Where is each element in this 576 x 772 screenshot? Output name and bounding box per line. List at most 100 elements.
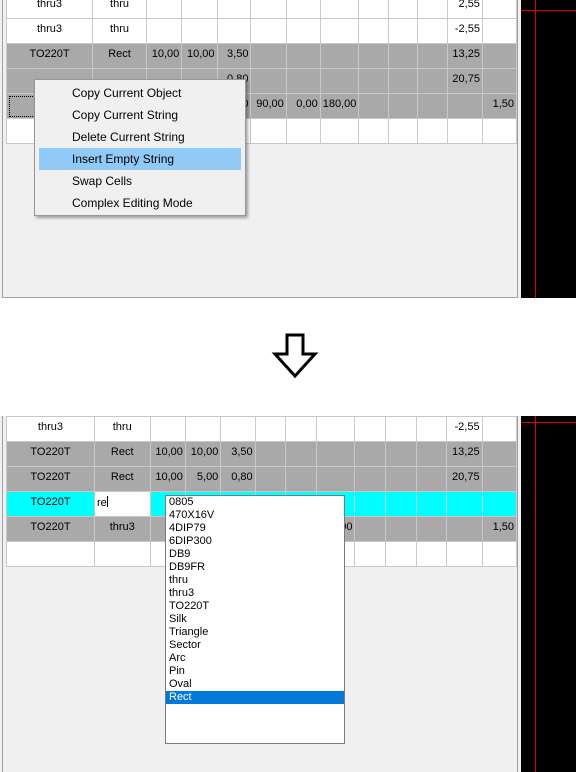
- table-cell[interactable]: thru3: [5, 18, 94, 44]
- menu-item-swap-cells[interactable]: Swap Cells: [39, 170, 241, 192]
- table-cell[interactable]: [6, 541, 95, 567]
- menu-item-copy-current-string[interactable]: Copy Current String: [39, 104, 241, 126]
- table-cell[interactable]: TO220T: [6, 516, 95, 542]
- table-cell[interactable]: [417, 18, 448, 44]
- table-cell[interactable]: [446, 93, 483, 119]
- shape-type-dropdown-list[interactable]: 0805 470X16V 4DIP79 6DIP300 DB9 DB9FR thru thru…: [165, 495, 345, 744]
- menu-item-delete-current-string[interactable]: Delete Current String: [39, 126, 241, 148]
- table-cell[interactable]: [149, 416, 186, 442]
- table-cell[interactable]: [216, 18, 252, 44]
- table-cell[interactable]: thru: [92, 0, 147, 19]
- table-cell[interactable]: [285, 0, 321, 19]
- dropdown-option[interactable]: Sector: [166, 639, 344, 652]
- table-cell[interactable]: 0,00: [285, 93, 321, 119]
- table-cell[interactable]: [184, 416, 222, 442]
- table-cell[interactable]: 180,00: [319, 93, 360, 119]
- dropdown-option[interactable]: Oval: [166, 678, 344, 691]
- table-cell[interactable]: 5,00: [184, 466, 222, 492]
- table-cell[interactable]: [358, 0, 389, 19]
- table-cell[interactable]: [417, 68, 448, 94]
- table-cell[interactable]: 20,75: [446, 466, 483, 492]
- pcb-preview-canvas[interactable]: [521, 0, 576, 298]
- table-cell[interactable]: [446, 516, 483, 542]
- dropdown-option[interactable]: 6DIP300: [166, 535, 344, 548]
- table-row[interactable]: TO220T Rect 10,00 10,00 3,50 13,25: [5, 43, 518, 69]
- table-cell[interactable]: [358, 43, 389, 69]
- table-cell[interactable]: TO220T: [6, 466, 95, 492]
- table-cell[interactable]: [354, 541, 387, 567]
- table-cell[interactable]: [387, 43, 419, 69]
- table-cell[interactable]: TO220T: [6, 441, 95, 467]
- table-cell[interactable]: [145, 0, 183, 19]
- table-row[interactable]: thru3 thru 2,55: [5, 0, 518, 19]
- table-cell[interactable]: [354, 441, 387, 467]
- table-cell[interactable]: [358, 68, 389, 94]
- table-cell[interactable]: [385, 516, 417, 542]
- table-cell[interactable]: [93, 541, 151, 567]
- table-cell[interactable]: 2,55: [446, 0, 483, 19]
- table-cell[interactable]: [315, 416, 356, 442]
- table-cell[interactable]: Rect: [93, 466, 151, 492]
- table-cell[interactable]: [415, 466, 448, 492]
- table-cell[interactable]: 1,50: [481, 93, 518, 119]
- table-cell[interactable]: [254, 466, 287, 492]
- table-cell[interactable]: thru3: [5, 0, 94, 19]
- table-cell[interactable]: [358, 18, 389, 44]
- table-cell[interactable]: [446, 541, 483, 567]
- table-cell[interactable]: [250, 43, 287, 69]
- table-cell[interactable]: [285, 68, 321, 94]
- table-cell[interactable]: 3,50: [216, 43, 252, 69]
- table-cell[interactable]: [446, 118, 483, 144]
- table-cell[interactable]: [315, 466, 356, 492]
- table-cell[interactable]: [481, 68, 518, 94]
- table-cell[interactable]: [315, 441, 356, 467]
- table-cell[interactable]: [319, 18, 360, 44]
- table-cell[interactable]: [446, 491, 483, 517]
- cell-edit-input[interactable]: re: [93, 491, 151, 517]
- table-cell[interactable]: [387, 18, 419, 44]
- dropdown-option[interactable]: 4DIP79: [166, 522, 344, 535]
- table-cell[interactable]: [417, 93, 448, 119]
- table-cell[interactable]: [285, 441, 317, 467]
- table-cell[interactable]: Rect: [92, 43, 147, 69]
- table-cell[interactable]: [417, 43, 448, 69]
- table-cell[interactable]: Rect: [93, 441, 151, 467]
- table-cell[interactable]: [387, 0, 419, 19]
- table-cell[interactable]: [145, 18, 183, 44]
- table-cell[interactable]: [254, 416, 287, 442]
- table-cell[interactable]: [285, 466, 317, 492]
- table-cell[interactable]: thru: [93, 416, 151, 442]
- table-cell[interactable]: [319, 0, 360, 19]
- table-cell[interactable]: [285, 18, 321, 44]
- dropdown-option[interactable]: Pin: [166, 665, 344, 678]
- table-cell[interactable]: [385, 416, 417, 442]
- table-cell[interactable]: [285, 43, 321, 69]
- pcb-preview-canvas[interactable]: [521, 416, 576, 772]
- table-cell[interactable]: 0,80: [220, 466, 256, 492]
- table-cell[interactable]: [358, 118, 389, 144]
- table-cell[interactable]: [358, 93, 389, 119]
- dropdown-option[interactable]: thru3: [166, 587, 344, 600]
- dropdown-option[interactable]: 470X16V: [166, 509, 344, 522]
- table-cell[interactable]: [417, 0, 448, 19]
- table-cell[interactable]: 20,75: [446, 68, 483, 94]
- table-cell[interactable]: [481, 491, 518, 517]
- table-cell[interactable]: [319, 43, 360, 69]
- table-cell[interactable]: thru3: [6, 416, 95, 442]
- table-cell[interactable]: [387, 68, 419, 94]
- menu-item-insert-empty-string[interactable]: Insert Empty String: [39, 148, 241, 170]
- table-cell[interactable]: 13,25: [446, 441, 483, 467]
- table-cell[interactable]: 10,00: [184, 441, 222, 467]
- table-cell[interactable]: -2,55: [446, 416, 483, 442]
- table-cell[interactable]: [216, 0, 252, 19]
- table-cell[interactable]: [385, 466, 417, 492]
- menu-item-copy-current-object[interactable]: Copy Current Object: [39, 82, 241, 104]
- dropdown-option[interactable]: Arc: [166, 652, 344, 665]
- table-cell[interactable]: [354, 491, 387, 517]
- table-cell[interactable]: [220, 416, 256, 442]
- table-cell[interactable]: [285, 416, 317, 442]
- table-cell[interactable]: [481, 43, 518, 69]
- table-cell[interactable]: [354, 466, 387, 492]
- table-cell[interactable]: 1,50: [481, 516, 518, 542]
- table-cell[interactable]: [250, 118, 287, 144]
